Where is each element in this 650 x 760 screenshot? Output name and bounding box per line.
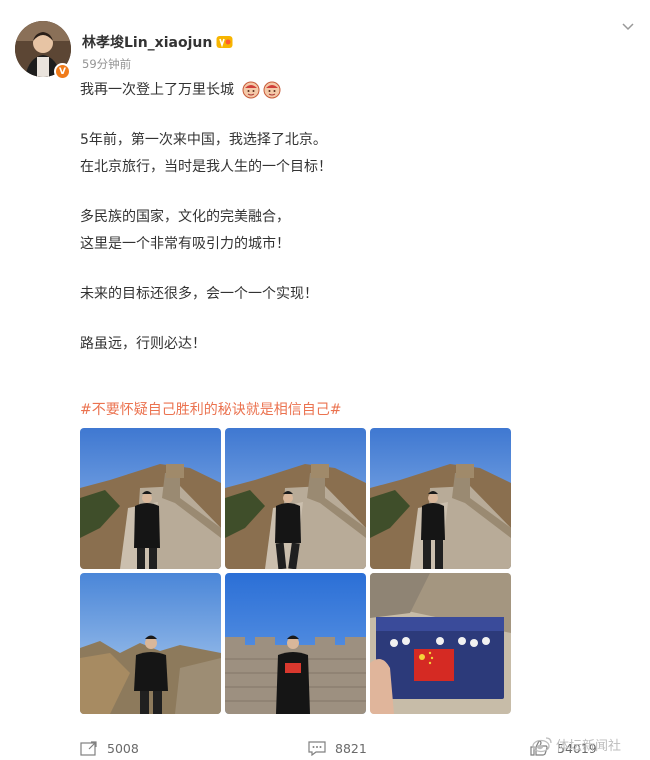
photo-2[interactable] (225, 428, 366, 569)
post-time: 59分钟前 (82, 57, 132, 71)
repost-button[interactable]: 5008 (80, 740, 139, 756)
photo-3[interactable] (370, 428, 511, 569)
comment-button[interactable]: 8821 (308, 740, 367, 756)
username[interactable]: 林孝埈Lin_xiaojun (82, 32, 212, 52)
photo-4[interactable] (80, 573, 221, 714)
post-line: 我再一次登上了万里长城 (80, 80, 550, 101)
photo-6[interactable] (370, 573, 511, 714)
emoji-icon (263, 81, 281, 99)
watermark: 体坛新闻社 (532, 735, 621, 754)
comment-icon (308, 741, 326, 756)
photo-5[interactable] (225, 573, 366, 714)
weibo-icon (532, 737, 552, 753)
post-line: 5年前，第一次来中国，我选择了北京。 (80, 132, 327, 148)
post-line: 路虽远，行则必达！ (80, 336, 206, 352)
emoji-icon (242, 81, 260, 99)
post-line: 在北京旅行，当时是我人生的一个目标！ (80, 159, 332, 175)
photo-grid (80, 428, 512, 716)
post-line: 未来的目标还很多，会一个一个实现！ (80, 286, 318, 302)
verified-badge: V (54, 63, 71, 80)
comment-count: 8821 (335, 740, 367, 756)
post-line: 多民族的国家，文化的完美融合， (80, 209, 290, 225)
vip-icon (216, 36, 233, 48)
post-text: 我再一次登上了万里长城 5年前，第一次来中国，我选择了北京。 在北京旅行，当时是… (80, 80, 550, 355)
more-options-button[interactable] (620, 18, 636, 34)
photo-1[interactable] (80, 428, 221, 569)
post-line: 这里是一个非常有吸引力的城市！ (80, 236, 290, 252)
hashtag-link[interactable]: #不要怀疑自己胜利的秘诀就是相信自己# (80, 399, 341, 419)
emoji-group (242, 81, 281, 99)
repost-count: 5008 (107, 740, 139, 756)
watermark-text: 体坛新闻社 (556, 739, 622, 754)
chevron-down-icon (622, 23, 634, 31)
post-line-text: 我再一次登上了万里长城 (80, 82, 234, 98)
repost-icon (80, 741, 97, 756)
